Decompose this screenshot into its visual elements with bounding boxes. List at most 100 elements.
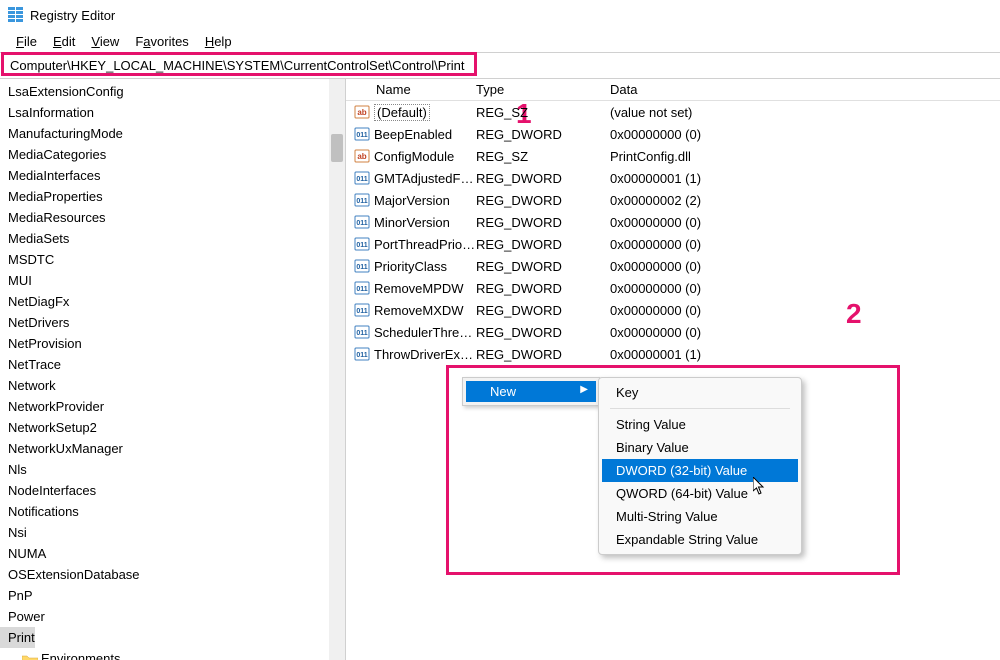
- value-type: REG_DWORD: [476, 127, 606, 142]
- value-data: (value not set): [606, 105, 1000, 120]
- col-data[interactable]: Data: [606, 82, 1000, 97]
- tree-item[interactable]: LsaInformation: [0, 102, 345, 123]
- value-type: REG_DWORD: [476, 237, 606, 252]
- tree-item[interactable]: MediaSets: [0, 228, 345, 249]
- list-row[interactable]: abConfigModuleREG_SZPrintConfig.dll: [346, 145, 1000, 167]
- submenu-expandable[interactable]: Expandable String Value: [602, 528, 798, 551]
- tree-item[interactable]: NetworkUxManager: [0, 438, 345, 459]
- submenu-key[interactable]: Key: [602, 381, 798, 404]
- value-name: GMTAdjustedFor...: [374, 171, 476, 186]
- tree-item[interactable]: OSExtensionDatabase: [0, 564, 345, 585]
- tree-item[interactable]: Print: [0, 627, 35, 648]
- dword-icon: 011: [354, 258, 370, 274]
- submenu-string[interactable]: String Value: [602, 413, 798, 436]
- list-row[interactable]: ab(Default)REG_SZ(value not set): [346, 101, 1000, 123]
- list-row[interactable]: 011MinorVersionREG_DWORD0x00000000 (0): [346, 211, 1000, 233]
- tree-item[interactable]: NetworkSetup2: [0, 417, 345, 438]
- dword-icon: 011: [354, 302, 370, 318]
- chevron-right-icon: ▶: [580, 384, 588, 395]
- svg-text:011: 011: [356, 330, 367, 337]
- value-type: REG_SZ: [476, 105, 606, 120]
- value-data: 0x00000000 (0): [606, 303, 1000, 318]
- scroll-thumb[interactable]: [331, 134, 343, 162]
- list-view[interactable]: Name Type Data ab(Default)REG_SZ(value n…: [346, 79, 1000, 660]
- svg-text:011: 011: [356, 220, 367, 227]
- dword-icon: 011: [354, 346, 370, 362]
- list-row[interactable]: 011 ThrowDriverExce...REG_DWORD0x00000001…: [346, 343, 1000, 365]
- tree-item[interactable]: NetDiagFx: [0, 291, 345, 312]
- tree-item[interactable]: NUMA: [0, 543, 345, 564]
- value-type: REG_DWORD: [476, 281, 606, 296]
- tree-item[interactable]: MediaCategories: [0, 144, 345, 165]
- value-type: REG_DWORD: [476, 215, 606, 230]
- tree-item[interactable]: NetworkProvider: [0, 396, 345, 417]
- scrollbar[interactable]: [329, 79, 345, 660]
- list-row[interactable]: 011GMTAdjustedFor...REG_DWORD0x00000001 …: [346, 167, 1000, 189]
- tree-item[interactable]: Notifications: [0, 501, 345, 522]
- menu-edit[interactable]: Edit: [45, 32, 83, 50]
- value-name: PortThreadPriority: [374, 237, 476, 252]
- context-menu: New ▶: [462, 377, 600, 406]
- submenu-binary[interactable]: Binary Value: [602, 436, 798, 459]
- value-data: 0x00000002 (2): [606, 193, 1000, 208]
- col-name[interactable]: Name: [346, 82, 476, 97]
- tree-item[interactable]: NetTrace: [0, 354, 345, 375]
- tree-item[interactable]: MediaResources: [0, 207, 345, 228]
- list-row[interactable]: 011MajorVersionREG_DWORD0x00000002 (2): [346, 189, 1000, 211]
- tree-item[interactable]: Nls: [0, 459, 345, 480]
- list-row[interactable]: 011SchedulerThread...REG_DWORD0x00000000…: [346, 321, 1000, 343]
- tree-item[interactable]: MediaInterfaces: [0, 165, 345, 186]
- tree-item[interactable]: NetDrivers: [0, 312, 345, 333]
- submenu-new: Key String Value Binary Value DWORD (32-…: [598, 377, 802, 555]
- tree-item[interactable]: LsaExtensionConfig: [0, 81, 345, 102]
- value-name: SchedulerThread...: [374, 325, 476, 340]
- list-header: Name Type Data: [346, 79, 1000, 101]
- app-icon: [8, 7, 24, 23]
- menu-favorites[interactable]: Favorites: [127, 32, 196, 50]
- svg-text:011: 011: [356, 242, 367, 249]
- tree-item[interactable]: NetProvision: [0, 333, 345, 354]
- svg-text:011: 011: [356, 264, 367, 271]
- value-data: PrintConfig.dll: [606, 149, 1000, 164]
- context-new[interactable]: New ▶: [466, 381, 596, 402]
- submenu-qword[interactable]: QWORD (64-bit) Value: [602, 482, 798, 505]
- submenu-multistring[interactable]: Multi-String Value: [602, 505, 798, 528]
- list-row[interactable]: 011PriorityClassREG_DWORD0x00000000 (0): [346, 255, 1000, 277]
- address-input[interactable]: [8, 57, 992, 74]
- value-name: (Default): [374, 104, 430, 121]
- list-row[interactable]: 011PortThreadPriorityREG_DWORD0x00000000…: [346, 233, 1000, 255]
- tree-item[interactable]: MSDTC: [0, 249, 345, 270]
- value-type: REG_DWORD: [476, 303, 606, 318]
- tree-item[interactable]: MediaProperties: [0, 186, 345, 207]
- tree-item[interactable]: Network: [0, 375, 345, 396]
- value-type: REG_DWORD: [476, 347, 606, 362]
- value-name: RemoveMXDW: [374, 303, 464, 318]
- submenu-dword[interactable]: DWORD (32-bit) Value: [602, 459, 798, 482]
- tree-panel[interactable]: LsaExtensionConfigLsaInformationManufact…: [0, 79, 346, 660]
- tree-item[interactable]: Environments: [0, 648, 345, 660]
- svg-text:011: 011: [356, 286, 367, 293]
- tree-item[interactable]: NodeInterfaces: [0, 480, 345, 501]
- list-row[interactable]: 011 RemoveMXDW REG_DWORD0x00000000 (0): [346, 299, 1000, 321]
- menu-file[interactable]: File: [8, 32, 45, 50]
- value-data: 0x00000000 (0): [606, 281, 1000, 296]
- tree-item[interactable]: Nsi: [0, 522, 345, 543]
- tree-item[interactable]: Power: [0, 606, 345, 627]
- col-type[interactable]: Type: [476, 82, 606, 97]
- value-data: 0x00000001 (1): [606, 347, 1000, 362]
- value-type: REG_DWORD: [476, 171, 606, 186]
- annotation-2: 2: [846, 298, 862, 330]
- tree-item[interactable]: ManufacturingMode: [0, 123, 345, 144]
- svg-text:011: 011: [356, 352, 367, 359]
- dword-icon: 011: [354, 324, 370, 340]
- tree-item[interactable]: MUI: [0, 270, 345, 291]
- value-type: REG_DWORD: [476, 325, 606, 340]
- list-row[interactable]: 011BeepEnabledREG_DWORD0x00000000 (0): [346, 123, 1000, 145]
- menu-view[interactable]: View: [83, 32, 127, 50]
- menu-help[interactable]: Help: [197, 32, 240, 50]
- app-title: Registry Editor: [30, 8, 115, 23]
- value-name: BeepEnabled: [374, 127, 452, 142]
- value-name: ThrowDriverExce...: [374, 347, 476, 362]
- tree-item[interactable]: PnP: [0, 585, 345, 606]
- list-row[interactable]: 011RemoveMPDWREG_DWORD0x00000000 (0): [346, 277, 1000, 299]
